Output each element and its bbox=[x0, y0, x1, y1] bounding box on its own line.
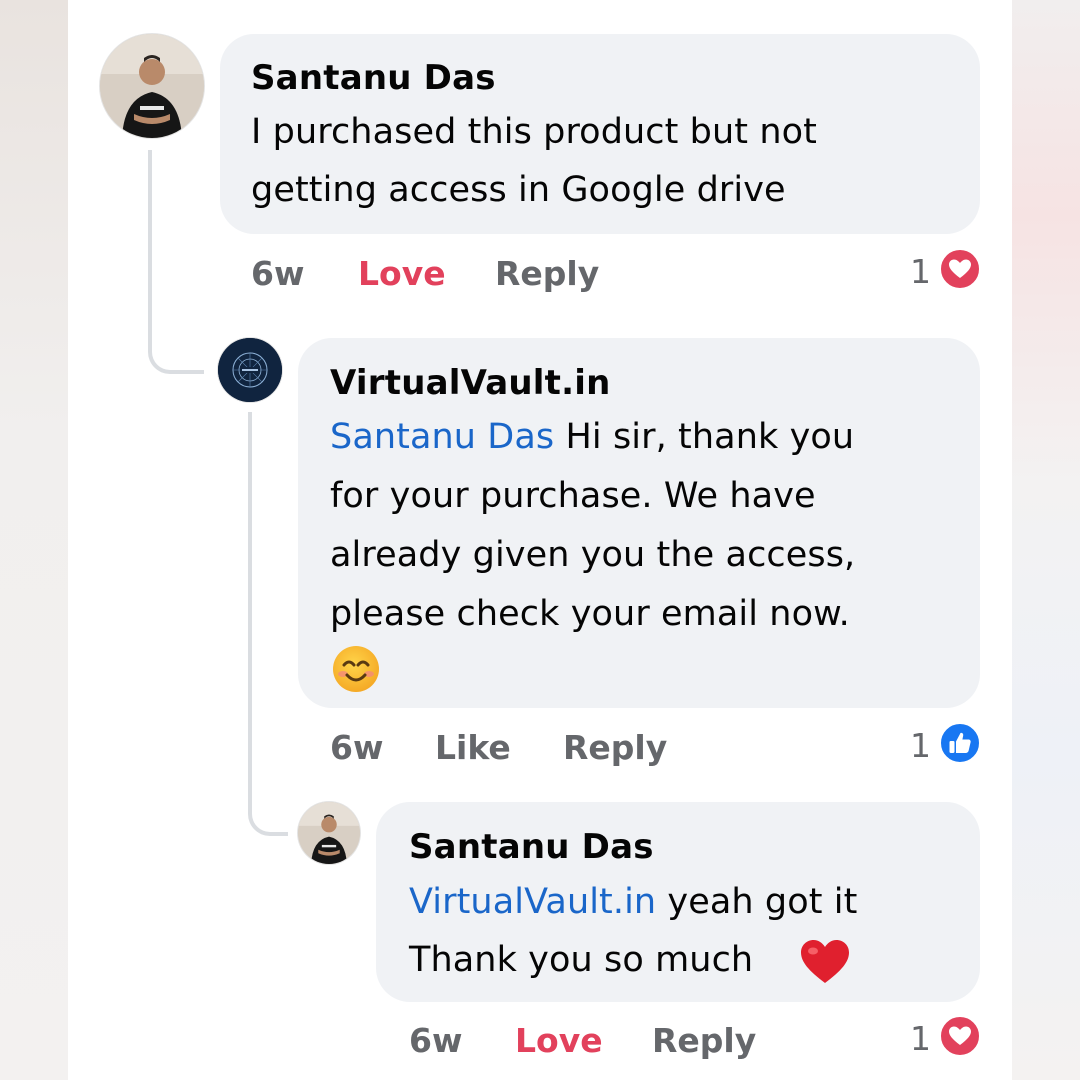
avatar[interactable] bbox=[298, 802, 360, 864]
reaction-count[interactable]: 1 bbox=[910, 1019, 931, 1058]
page-logo-avatar[interactable] bbox=[218, 338, 282, 402]
comment-text-line: getting access in Google drive bbox=[251, 170, 786, 210]
comment-timestamp[interactable]: 6w bbox=[251, 254, 304, 293]
comment-text-line: already given you the access, bbox=[330, 535, 856, 575]
comment-text-line: Santanu Das Hi sir, thank you bbox=[330, 417, 854, 457]
thread-connector-line bbox=[148, 150, 204, 374]
comment-text-line: please check your email now. bbox=[330, 594, 850, 634]
comment-text-fragment: Thank you so much bbox=[409, 940, 754, 980]
smiling-face-emoji bbox=[331, 644, 381, 694]
comment-author-name[interactable]: Santanu Das bbox=[251, 58, 496, 98]
mention-link[interactable]: VirtualVault.in bbox=[409, 882, 656, 922]
comment-text-line: for your purchase. We have bbox=[330, 476, 816, 516]
mention-link[interactable]: Santanu Das bbox=[330, 417, 554, 457]
virtualvault-logo-icon bbox=[218, 338, 282, 402]
heart-icon[interactable] bbox=[938, 247, 982, 291]
blurred-background-right bbox=[1012, 0, 1080, 1080]
reply-button[interactable]: Reply bbox=[495, 254, 599, 293]
comment-text-line: VirtualVault.in yeah got it bbox=[409, 882, 857, 922]
comment-author-name[interactable]: VirtualVault.in bbox=[330, 363, 610, 403]
comment-timestamp[interactable]: 6w bbox=[409, 1021, 462, 1060]
comment-text-line: Thank you so much bbox=[409, 940, 753, 980]
screenshot-page: Santanu Das I purchased this product but… bbox=[0, 0, 1080, 1080]
comment-text-line: I purchased this product but not bbox=[251, 112, 817, 152]
comment-author-name[interactable]: Santanu Das bbox=[409, 827, 654, 867]
love-reaction-button[interactable]: Love bbox=[358, 254, 446, 293]
reply-button[interactable]: Reply bbox=[563, 728, 667, 767]
reaction-count[interactable]: 1 bbox=[910, 726, 931, 765]
thumbs-up-icon[interactable] bbox=[938, 721, 982, 765]
blurred-background-left bbox=[0, 0, 68, 1080]
person-photo-icon bbox=[100, 34, 204, 138]
thread-connector-line bbox=[248, 412, 288, 836]
love-reaction-button[interactable]: Love bbox=[515, 1021, 603, 1060]
comment-text-fragment: yeah got it bbox=[656, 882, 858, 922]
reply-button[interactable]: Reply bbox=[652, 1021, 756, 1060]
reaction-count[interactable]: 1 bbox=[910, 252, 931, 291]
comment-text-fragment: Hi sir, thank you bbox=[554, 417, 855, 457]
comment-timestamp[interactable]: 6w bbox=[330, 728, 383, 767]
like-reaction-button[interactable]: Like bbox=[435, 728, 511, 767]
person-photo-icon bbox=[298, 802, 360, 864]
avatar[interactable] bbox=[100, 34, 204, 138]
heart-icon[interactable] bbox=[938, 1014, 982, 1058]
comment-thread: Santanu Das I purchased this product but… bbox=[68, 0, 1012, 1080]
red-heart-emoji bbox=[799, 938, 851, 986]
